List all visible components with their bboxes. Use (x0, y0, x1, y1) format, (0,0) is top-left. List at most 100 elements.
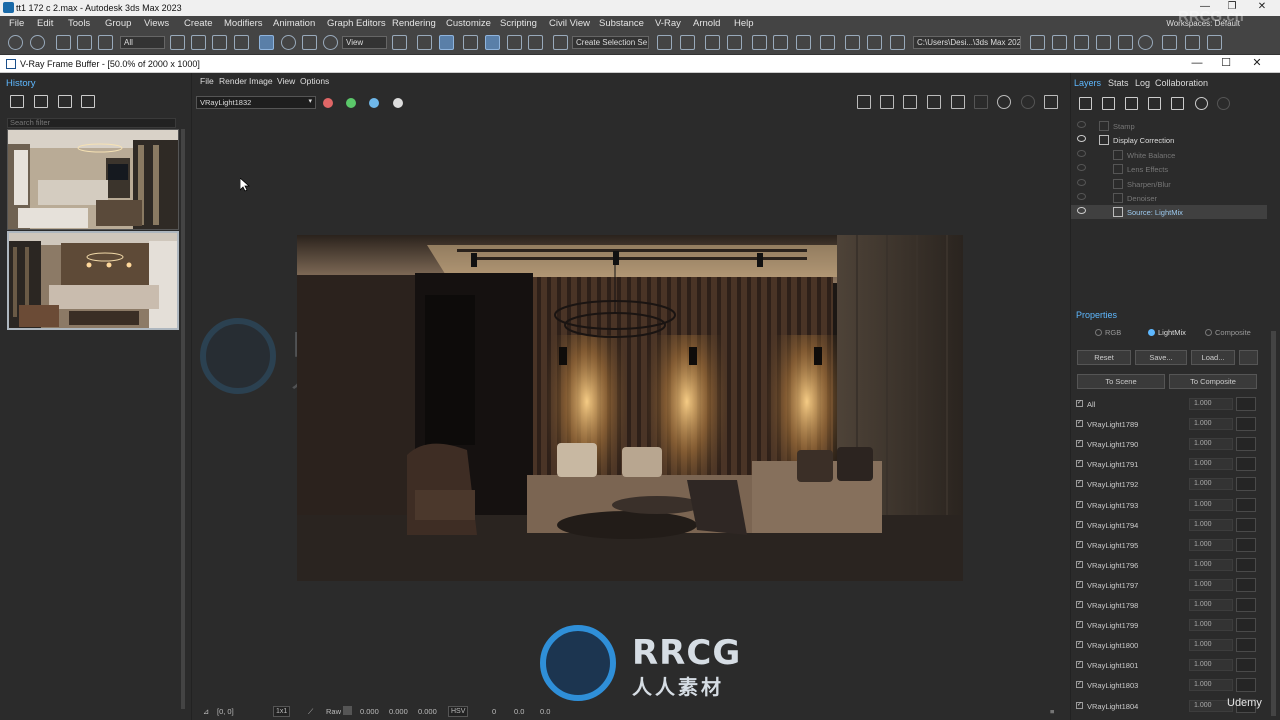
history-title[interactable]: History (6, 78, 36, 89)
vfb-minimize-button[interactable]: — (1183, 56, 1211, 72)
vray-toolbar-icon-1[interactable] (1052, 35, 1067, 50)
layer-checkbox[interactable] (1113, 150, 1123, 160)
remove-history-icon[interactable] (81, 95, 95, 108)
light-color-swatch[interactable] (1236, 477, 1256, 492)
light-color-swatch[interactable] (1236, 437, 1256, 452)
save-preset-button[interactable]: Save... (1135, 350, 1187, 365)
vfb-maximize-button[interactable]: ☐ (1212, 56, 1240, 72)
light-enable-checkbox[interactable]: ✓ (1076, 641, 1083, 649)
select-manipulate-icon[interactable] (417, 35, 432, 50)
layer-checkbox[interactable] (1099, 135, 1109, 145)
select-scale-icon[interactable] (302, 35, 317, 50)
layer-row[interactable]: Source: LightMix (1071, 205, 1267, 219)
light-enable-checkbox[interactable]: ✓ (1076, 500, 1083, 508)
menu-create[interactable]: Create (184, 18, 213, 29)
render-teapot-icon[interactable] (1044, 95, 1058, 109)
eye-icon[interactable] (1077, 207, 1086, 214)
menu-animation[interactable]: Animation (273, 18, 315, 29)
save-layer-preset-icon[interactable] (1102, 97, 1115, 110)
stop-render-icon[interactable] (1021, 95, 1035, 109)
light-color-swatch[interactable] (1236, 497, 1256, 512)
light-intensity-spinner[interactable]: 1.000 (1189, 679, 1233, 692)
vfb-menu-view[interactable]: View (277, 76, 295, 86)
region-render-icon[interactable] (951, 95, 965, 109)
light-intensity-spinner[interactable]: 1.000 (1189, 599, 1233, 611)
to-scene-button[interactable]: To Scene (1077, 374, 1165, 389)
menu-civil-view[interactable]: Civil View (549, 18, 590, 29)
place-icon[interactable] (323, 35, 338, 50)
layer-checkbox[interactable] (1113, 207, 1123, 217)
set-project-folder-icon[interactable] (1030, 35, 1045, 50)
zoom-dropdown[interactable]: 1x1 (273, 706, 291, 717)
history-search-input[interactable]: Search filter (7, 118, 176, 128)
layer-row[interactable]: Sharpen/Blur (1071, 177, 1267, 191)
tab-log[interactable]: Log (1135, 78, 1150, 88)
rendered-frame-window-icon[interactable] (867, 35, 882, 50)
select-move-icon[interactable] (259, 35, 274, 50)
light-intensity-spinner[interactable]: 1.000 (1189, 518, 1233, 531)
keyboard-shortcut-override-icon[interactable] (439, 35, 454, 50)
light-enable-checkbox[interactable]: ✓ (1076, 520, 1083, 528)
load-preset-button[interactable]: Load... (1191, 350, 1235, 365)
rectangular-selection-icon[interactable] (212, 35, 227, 50)
interactive-render-icon[interactable] (997, 95, 1011, 109)
light-enable-checkbox[interactable]: ✓ (1076, 701, 1083, 709)
named-selection-dropdown[interactable]: Create Selection Se (572, 36, 649, 49)
layer-explorer-icon[interactable] (727, 35, 742, 50)
ab-compare-icon[interactable] (34, 95, 48, 108)
more-options-button[interactable] (1239, 350, 1258, 365)
reference-coordinate-dropdown[interactable]: View (342, 36, 387, 49)
rendered-image[interactable] (297, 235, 963, 581)
menu-file[interactable]: File (9, 18, 24, 29)
light-enable-checkbox[interactable]: ✓ (1076, 420, 1083, 428)
undo-layer-icon[interactable] (1195, 97, 1208, 110)
light-intensity-spinner[interactable]: 1.000 (1189, 538, 1233, 551)
render-setup-icon[interactable] (845, 35, 860, 50)
vray-toolbar-icon-2[interactable] (1074, 35, 1089, 50)
load-history-icon[interactable] (58, 95, 72, 108)
menu-modifiers[interactable]: Modifiers (224, 18, 263, 29)
history-scrollbar[interactable] (181, 129, 185, 709)
light-intensity-spinner[interactable]: 1.000 (1189, 578, 1233, 591)
light-enable-checkbox[interactable]: ✓ (1076, 560, 1083, 568)
percent-snap-icon[interactable] (507, 35, 522, 50)
pivot-center-icon[interactable] (392, 35, 407, 50)
redo-icon[interactable] (30, 35, 45, 50)
light-intensity-spinner[interactable]: 1.000 (1189, 478, 1233, 491)
clear-image-icon[interactable] (880, 95, 894, 109)
vfb-menu-image[interactable]: Image (249, 76, 273, 86)
menu-graph-editors[interactable]: Graph Editors (327, 18, 386, 29)
light-intensity-spinner[interactable]: 1.000 (1189, 619, 1233, 632)
select-object-icon[interactable] (170, 35, 185, 50)
light-color-swatch[interactable] (1236, 537, 1256, 552)
window-crossing-icon[interactable] (234, 35, 249, 50)
material-editor-icon[interactable] (820, 35, 835, 50)
light-intensity-spinner[interactable]: 1.000 (1189, 398, 1233, 410)
vfb-menu-options[interactable]: Options (300, 76, 329, 86)
menu-rendering[interactable]: Rendering (392, 18, 436, 29)
angle-snap-icon[interactable] (485, 35, 500, 50)
render-channel-dropdown[interactable]: VRayLight1832 ▾ (196, 96, 316, 109)
light-color-swatch[interactable] (1236, 417, 1256, 432)
light-color-swatch[interactable] (1236, 598, 1256, 612)
light-enable-checkbox[interactable]: ✓ (1076, 621, 1083, 629)
red-channel-toggle[interactable] (323, 98, 333, 108)
light-intensity-spinner[interactable]: 1.000 (1189, 418, 1233, 431)
eye-icon[interactable] (1077, 179, 1086, 186)
light-enable-checkbox[interactable]: ✓ (1076, 601, 1083, 608)
align-icon[interactable] (680, 35, 695, 50)
save-layers-icon[interactable] (1148, 97, 1161, 110)
select-by-name-icon[interactable] (191, 35, 206, 50)
menu-icon[interactable]: ≡ (1050, 707, 1054, 716)
undo-icon[interactable] (8, 35, 23, 50)
unlink-icon[interactable] (77, 35, 92, 50)
menu-arnold[interactable]: Arnold (693, 18, 720, 29)
menu-help[interactable]: Help (734, 18, 754, 29)
light-color-swatch[interactable] (1236, 577, 1256, 592)
layer-row[interactable]: White Balance (1071, 148, 1267, 162)
vfb-menu-file[interactable]: File (200, 76, 214, 86)
vray-interactive-icon[interactable] (1138, 35, 1153, 50)
light-enable-checkbox[interactable]: ✓ (1076, 681, 1083, 689)
light-color-swatch[interactable] (1236, 557, 1256, 572)
render-last-icon[interactable] (974, 95, 988, 109)
